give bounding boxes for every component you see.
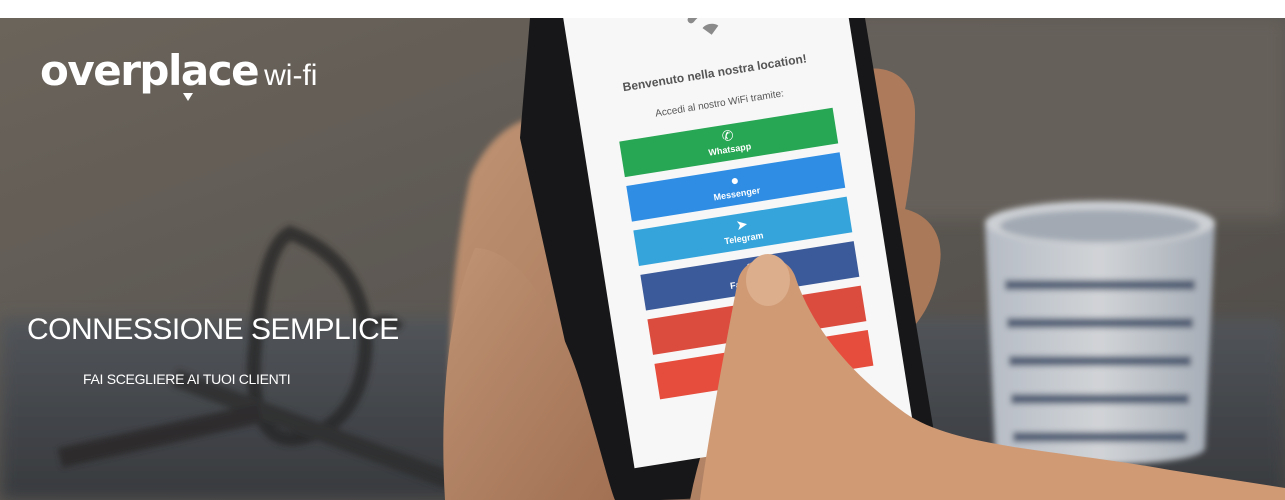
logo-suffix: wi-fi [264,59,318,92]
logo-wordmark: overplace [40,46,260,95]
hero-banner: Benvenuto nella nostra location! Accedi … [0,18,1285,500]
brand-logo: overplace wi-fi [40,46,318,101]
hero-headline: CONNESSIONE SEMPLICE [27,313,399,346]
location-pin-icon [183,93,193,101]
hero-subheadline: FAI SCEGLIERE AI TUOI CLIENTI [83,371,291,387]
